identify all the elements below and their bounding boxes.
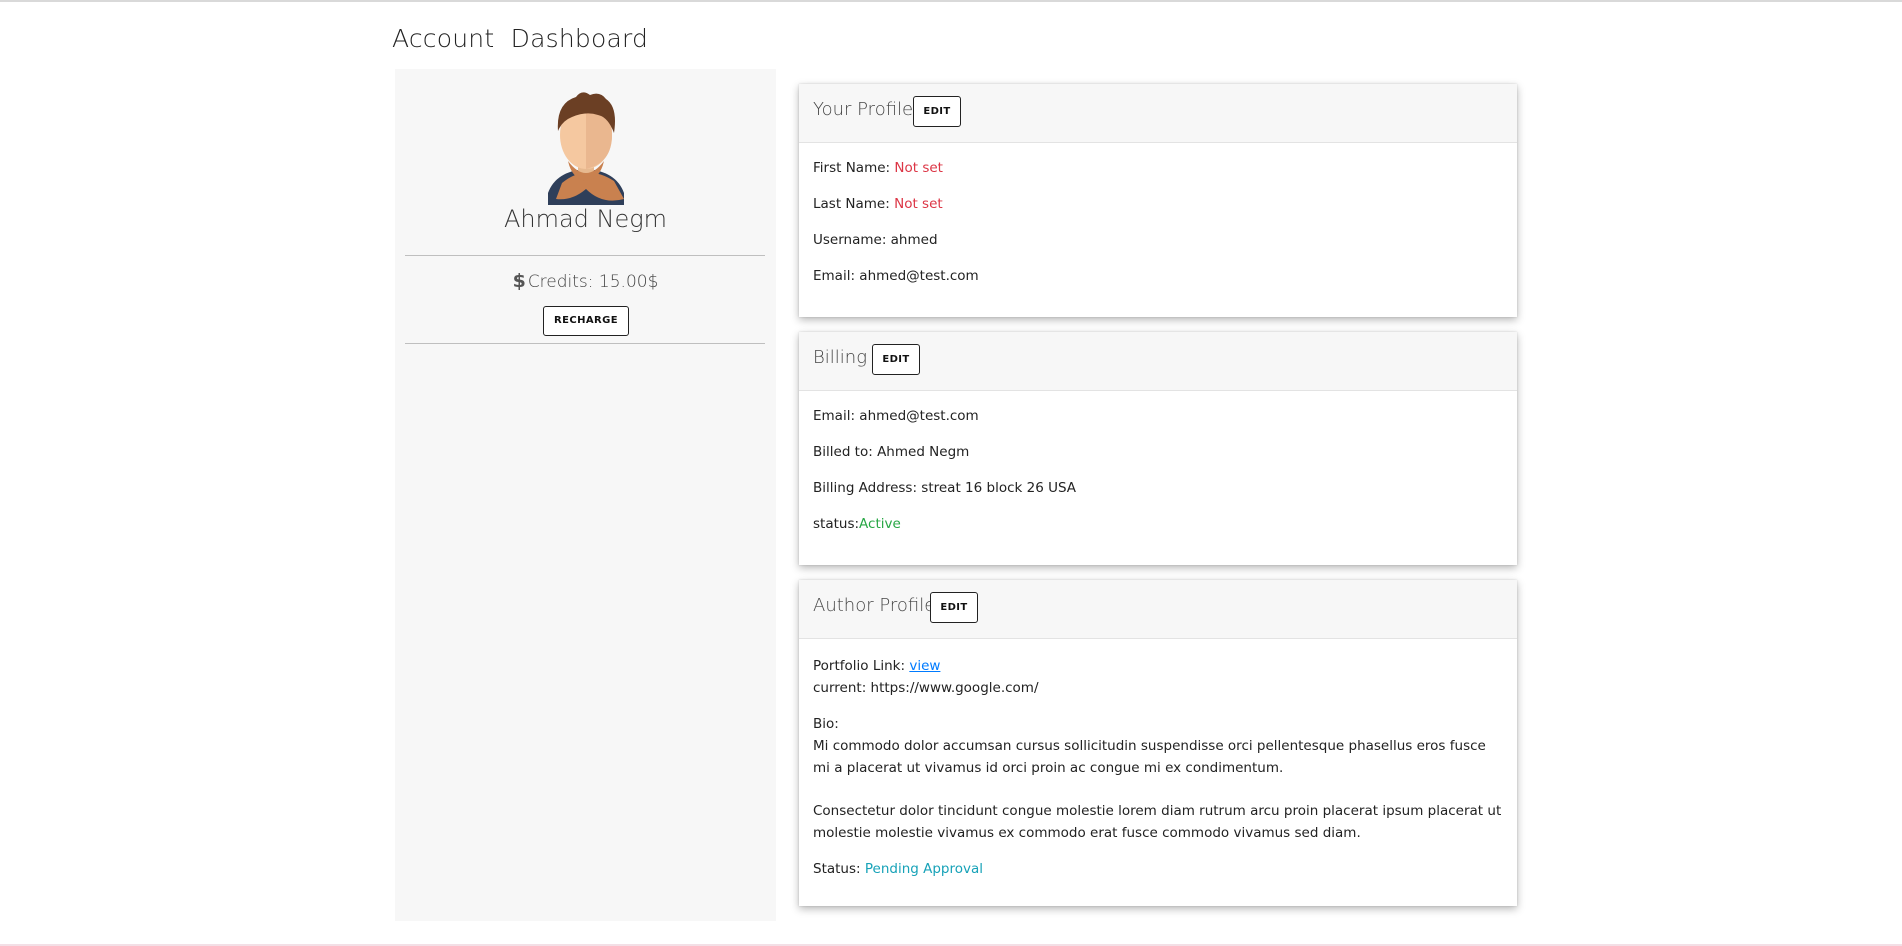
billed-to-row: Billed to: Ahmed Negm	[813, 444, 970, 460]
page-title: Account Dashboard	[392, 24, 649, 53]
first-name-value: Not set	[894, 160, 943, 176]
credits-label: Credits: 15.00$	[527, 272, 659, 292]
last-name-value: Not set	[894, 196, 943, 212]
billing-status-value: Active	[859, 516, 901, 532]
divider	[405, 343, 765, 344]
billing-card-title: Billing	[813, 347, 867, 368]
dollar-icon: $	[512, 270, 526, 292]
edit-profile-button[interactable]: EDIT	[913, 96, 961, 127]
portfolio-label: Portfolio Link:	[813, 658, 910, 674]
billing-status-row: status:Active	[813, 515, 1503, 533]
profile-card-title: Your Profile	[813, 99, 914, 120]
recharge-button[interactable]: RECHARGE	[543, 306, 629, 336]
author-status-value: Pending Approval	[864, 861, 984, 877]
author-card-title: Author Profile	[813, 595, 936, 616]
author-card-body: Portfolio Link: view current: https://ww…	[799, 639, 1517, 890]
bio-label: Bio:	[813, 716, 839, 732]
author-profile-card: Author Profile EDIT Portfolio Link: view…	[799, 580, 1517, 906]
billing-address-row: Billing Address: streat 16 block 26 USA	[813, 480, 1077, 496]
bio-paragraph: Mi commodo dolor accumsan cursus sollici…	[813, 738, 1486, 776]
first-name-label: First Name:	[813, 160, 895, 176]
first-name-row: First Name: Not set	[813, 159, 1503, 177]
author-status-label: Status:	[813, 861, 865, 877]
bio-paragraph: Consectetur dolor tincidunt congue moles…	[813, 803, 1502, 841]
portfolio-row: Portfolio Link: view	[813, 655, 1503, 677]
edit-author-button[interactable]: EDIT	[930, 592, 978, 623]
username-row: Username: ahmed	[813, 232, 938, 248]
profile-card-body: First Name: Not set Last Name: Not set U…	[799, 143, 1517, 313]
credits-display: $ Credits: 15.00$	[395, 270, 776, 292]
portfolio-current-url: current: https://www.google.com/	[813, 680, 1039, 696]
divider	[405, 255, 765, 256]
profile-card: Your Profile EDIT First Name: Not set La…	[799, 84, 1517, 317]
user-avatar-icon	[548, 92, 624, 205]
author-status-row: Status: Pending Approval	[813, 858, 1503, 880]
billing-card-body: Email: ahmed@test.com Billed to: Ahmed N…	[799, 391, 1517, 561]
author-card-header: Author Profile EDIT	[799, 580, 1517, 639]
email-row: Email: ahmed@test.com	[813, 268, 979, 284]
billing-email-row: Email: ahmed@test.com	[813, 408, 979, 424]
user-name: Ahmad Negm	[503, 205, 668, 233]
last-name-label: Last Name:	[813, 196, 895, 212]
billing-status-label: status:	[813, 516, 860, 532]
billing-card: Billing EDIT Email: ahmed@test.com Bille…	[799, 332, 1517, 565]
last-name-row: Last Name: Not set	[813, 195, 1503, 213]
top-border	[0, 0, 1902, 2]
billing-card-header: Billing EDIT	[799, 332, 1517, 391]
profile-sidebar: Ahmad Negm $ Credits: 15.00$ RECHARGE	[395, 69, 776, 921]
edit-billing-button[interactable]: EDIT	[872, 344, 920, 375]
portfolio-view-link[interactable]: view	[909, 658, 940, 674]
profile-card-header: Your Profile EDIT	[799, 84, 1517, 143]
